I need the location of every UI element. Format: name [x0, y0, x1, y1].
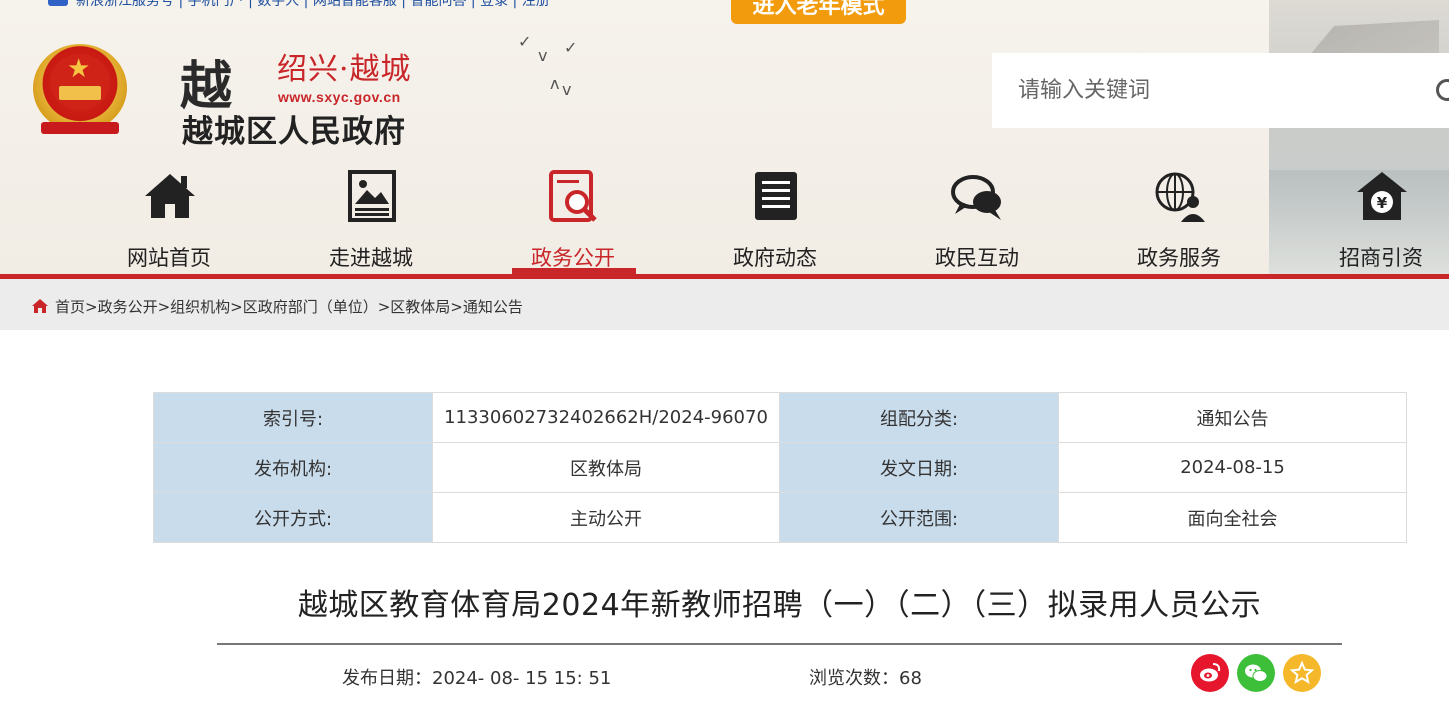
- share-weibo-button[interactable]: [1191, 654, 1229, 692]
- favorite-button[interactable]: [1283, 654, 1321, 692]
- meta-key: 发文日期:: [779, 442, 1059, 493]
- weibo-icon: [1200, 663, 1221, 682]
- table-row: 公开方式: 主动公开 公开范围: 面向全社会: [153, 492, 1407, 543]
- nav-item-investment[interactable]: ¥ 招商引资: [1280, 160, 1449, 276]
- search-box: [992, 53, 1449, 128]
- view-count: 浏览次数：68: [809, 664, 922, 690]
- nav-label: 政府动态: [733, 246, 817, 270]
- nav-label: 走进越城: [329, 246, 413, 270]
- news-icon: [755, 172, 797, 220]
- publish-date: 发布日期：2024- 08- 15 15: 51: [342, 664, 611, 690]
- meta-key: 公开范围:: [779, 492, 1059, 543]
- emblem-ribbon: [41, 122, 119, 134]
- document-meta-table: 索引号: 11330602732402662H/2024-96070 组配分类:…: [153, 392, 1407, 543]
- meta-key: 发布机构:: [153, 442, 433, 493]
- breadcrumb-bar: 首页>政务公开>组织机构>区政府部门（单位）>区教体局>通知公告: [0, 279, 1449, 330]
- nav-item-news[interactable]: 政府动态: [674, 160, 876, 276]
- main-nav: 网站首页 走进越城 政务公开 政府动态 政民互动 政务服务 ¥ 招商引资: [68, 160, 1449, 276]
- meta-key: 索引号:: [153, 392, 433, 443]
- home-icon: [145, 174, 195, 218]
- picture-icon: [348, 170, 396, 222]
- logo-url: www.sxyc.gov.cn: [278, 89, 401, 105]
- nav-item-open-gov[interactable]: 政务公开: [472, 160, 674, 276]
- top-bar: 新浪浙江服务号 | 手机门户 | 数字人 | 网站智能客服 | 智能问答 | 登…: [0, 0, 730, 10]
- logo-city-name: 绍兴·越城: [277, 52, 412, 87]
- chat-bubbles-icon: [951, 175, 1001, 220]
- emblem-star: ★: [67, 54, 91, 84]
- yuan-house-icon: ¥: [1357, 172, 1407, 220]
- birds-decoration: ✓ v ✓ ʌ v: [518, 32, 578, 99]
- document-search-icon: [549, 170, 597, 222]
- emblem-gate: [59, 86, 101, 100]
- meta-value: 11330602732402662H/2024-96070: [432, 392, 780, 443]
- national-emblem-logo[interactable]: ★: [33, 40, 127, 136]
- top-links[interactable]: 新浪浙江服务号 | 手机门户 | 数字人 | 网站智能客服 | 智能问答 | 登…: [76, 0, 550, 10]
- nav-item-interaction[interactable]: 政民互动: [876, 160, 1078, 276]
- nav-label: 网站首页: [127, 246, 211, 270]
- publish-date-value: 2024- 08- 15 15: 51: [432, 668, 612, 689]
- meta-value: 2024-08-15: [1058, 442, 1407, 493]
- meta-value: 通知公告: [1058, 392, 1407, 443]
- article-title: 越城区教育体育局2024年新教师招聘（一）（二）（三）拟录用人员公示: [297, 588, 1262, 623]
- view-count-label: 浏览次数：: [809, 668, 899, 689]
- publish-date-label: 发布日期：: [342, 668, 432, 689]
- search-icon[interactable]: [1436, 79, 1449, 101]
- search-input[interactable]: [992, 53, 1422, 128]
- star-icon: [1290, 661, 1314, 685]
- site-header: 新浪浙江服务号 | 手机门户 | 数字人 | 网站智能客服 | 智能问答 | 登…: [0, 0, 1449, 276]
- nav-item-service[interactable]: 政务服务: [1078, 160, 1280, 276]
- svg-text:¥: ¥: [1377, 194, 1388, 212]
- weibo-service-icon[interactable]: [48, 0, 68, 6]
- view-count-value: 68: [899, 668, 922, 689]
- table-row: 发布机构: 区教体局 发文日期: 2024-08-15: [153, 442, 1407, 493]
- title-divider: [217, 643, 1342, 645]
- nav-item-home[interactable]: 网站首页: [68, 160, 270, 276]
- wechat-icon: [1245, 664, 1268, 682]
- nav-item-about[interactable]: 走进越城: [270, 160, 472, 276]
- elder-mode-button[interactable]: 进入老年模式: [731, 0, 906, 24]
- globe-user-icon: [1155, 172, 1205, 222]
- table-row: 索引号: 11330602732402662H/2024-96070 组配分类:…: [153, 392, 1407, 443]
- share-wechat-button[interactable]: [1237, 654, 1275, 692]
- logo-gov-name[interactable]: 越城区人民政府: [182, 106, 406, 151]
- breadcrumb: 首页>政务公开>组织机构>区政府部门（单位）>区教体局>通知公告: [32, 296, 523, 317]
- nav-label: 招商引资: [1339, 246, 1423, 270]
- home-icon[interactable]: [32, 299, 48, 313]
- meta-key: 组配分类:: [779, 392, 1059, 443]
- meta-key: 公开方式:: [153, 492, 433, 543]
- meta-value: 区教体局: [432, 442, 780, 493]
- meta-value: 主动公开: [432, 492, 780, 543]
- nav-label: 政民互动: [935, 246, 1019, 270]
- breadcrumb-path[interactable]: 首页>政务公开>组织机构>区政府部门（单位）>区教体局>通知公告: [55, 298, 523, 316]
- nav-label: 政务服务: [1137, 246, 1221, 270]
- meta-value: 面向全社会: [1058, 492, 1407, 543]
